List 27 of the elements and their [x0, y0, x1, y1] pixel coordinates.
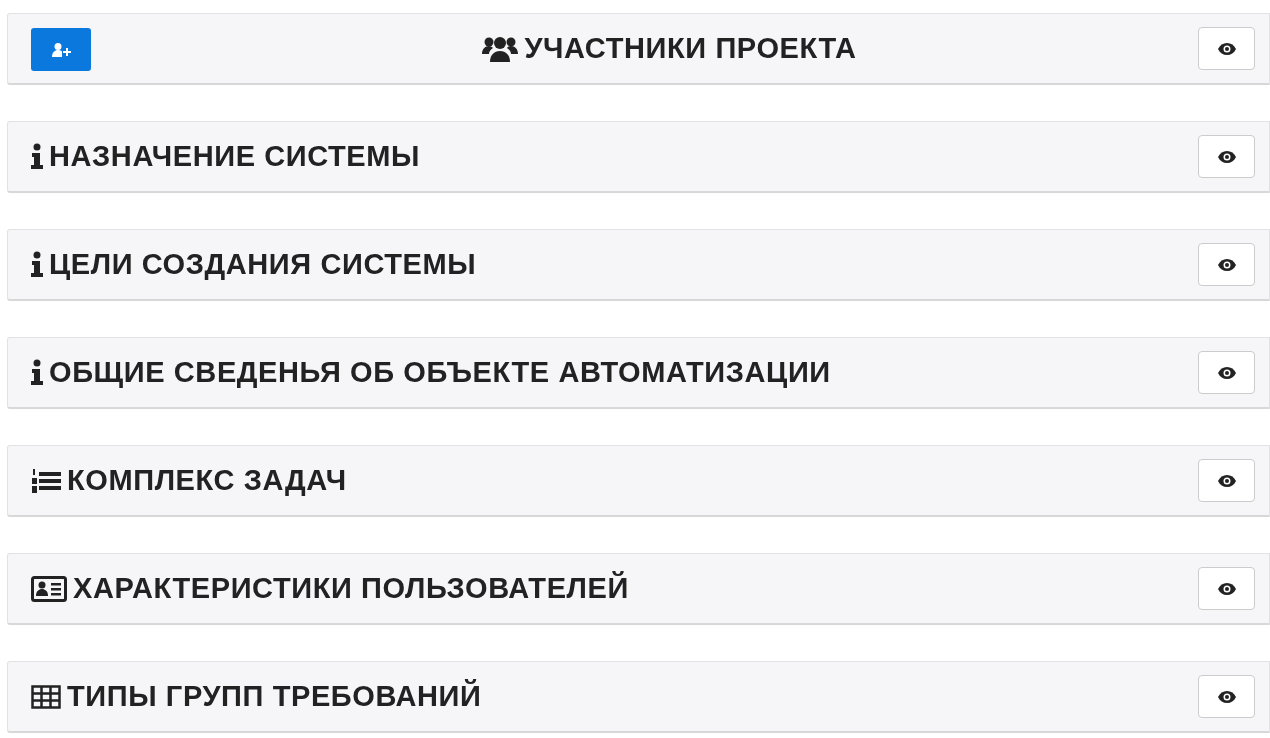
eye-icon [1217, 258, 1236, 271]
section-title: ЦЕЛИ СОЗДАНИЯ СИСТЕМЫ [49, 248, 477, 281]
eye-icon [1217, 150, 1236, 163]
section-title: УЧАСТНИКИ ПРОЕКТА [524, 32, 857, 65]
view-button[interactable] [1198, 351, 1255, 394]
view-button[interactable] [1198, 243, 1255, 286]
info-icon [31, 357, 43, 388]
view-button[interactable] [1198, 567, 1255, 610]
eye-icon [1217, 366, 1236, 379]
section-title: НАЗНАЧЕНИЕ СИСТЕМЫ [49, 140, 421, 173]
view-button[interactable] [1198, 675, 1255, 718]
id-card-icon [31, 573, 67, 604]
add-user-icon [51, 41, 71, 58]
eye-icon [1217, 690, 1236, 703]
eye-icon [1217, 582, 1236, 595]
view-button[interactable] [1198, 27, 1255, 70]
eye-icon [1217, 42, 1236, 55]
add-user-button[interactable] [31, 28, 91, 71]
section-title: КОМПЛЕКС ЗАДАЧ [67, 464, 347, 497]
view-button[interactable] [1198, 459, 1255, 502]
view-button[interactable] [1198, 135, 1255, 178]
section-title: ОБЩИЕ СВЕДЕНЬЯ ОБ ОБЪЕКТЕ АВТОМАТИЗАЦИИ [49, 356, 831, 389]
eye-icon [1217, 474, 1236, 487]
section-title: ТИПЫ ГРУПП ТРЕБОВАНИЙ [67, 680, 482, 713]
info-icon [31, 141, 43, 172]
section-title: ХАРАКТЕРИСТИКИ ПОЛЬЗОВАТЕЛЕЙ [73, 572, 629, 605]
info-icon [31, 249, 43, 280]
